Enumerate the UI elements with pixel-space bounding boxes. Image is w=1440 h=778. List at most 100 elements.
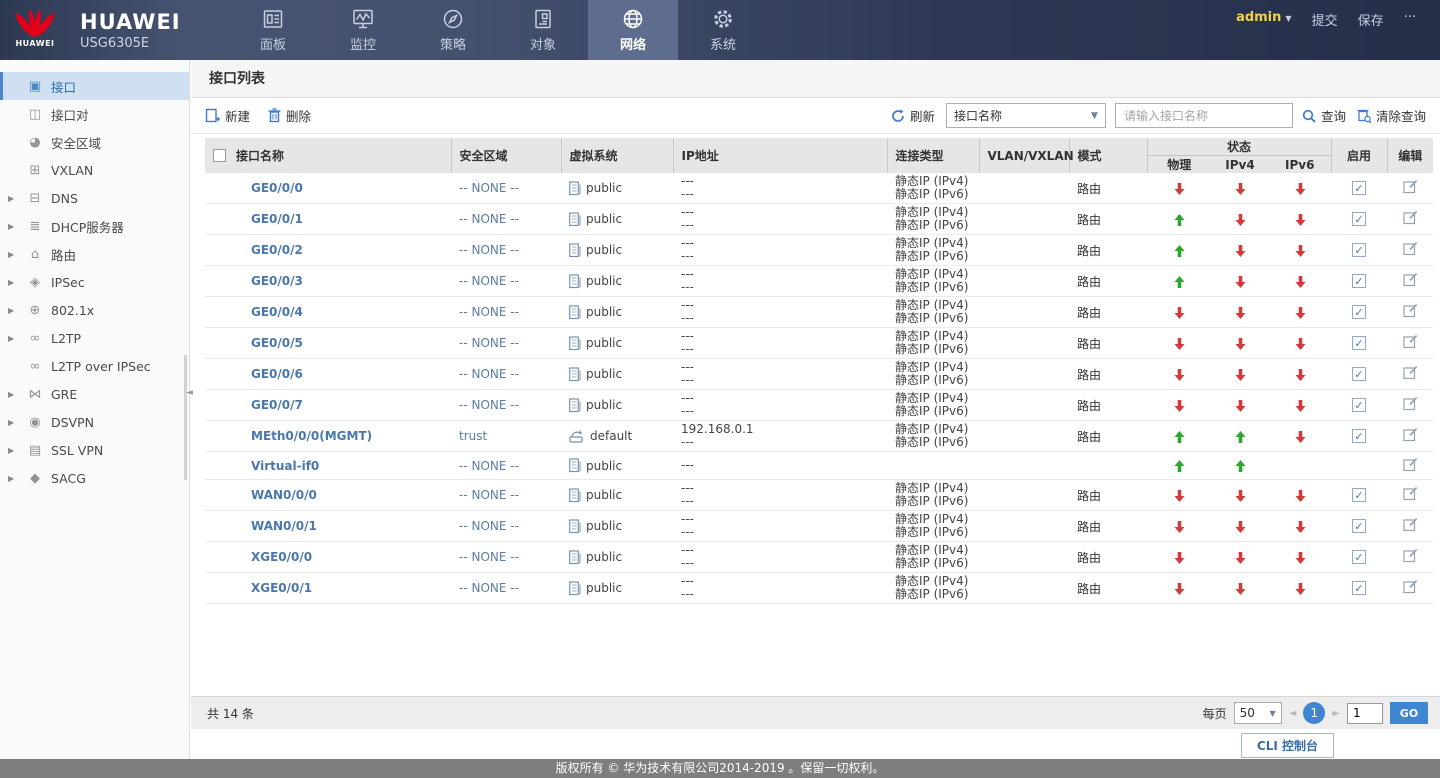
sidebar-item-gre[interactable]: ▶⋈GRE xyxy=(0,380,189,408)
interface-link[interactable]: GE0/0/7 xyxy=(251,398,303,412)
edit-button[interactable] xyxy=(1403,396,1418,414)
go-button[interactable]: GO xyxy=(1390,702,1428,724)
query-button[interactable]: 查询 xyxy=(1302,106,1346,125)
sidebar-collapse-icon[interactable]: ◄ xyxy=(186,388,193,398)
interface-link[interactable]: GE0/0/5 xyxy=(251,336,303,350)
select-all-checkbox[interactable] xyxy=(213,149,226,162)
next-page-icon[interactable]: ► xyxy=(1332,708,1340,719)
enable-checkbox[interactable]: ✓ xyxy=(1352,519,1366,533)
expand-arrow-icon[interactable]: ▶ xyxy=(0,278,24,287)
security-zone-value[interactable]: -- NONE -- xyxy=(459,212,519,226)
sidebar-item-ssl-vpn[interactable]: ▶▤SSL VPN xyxy=(0,436,189,464)
expand-arrow-icon[interactable]: ▶ xyxy=(0,250,24,259)
user-menu[interactable]: admin▼ xyxy=(1236,10,1292,25)
security-zone-value[interactable]: -- NONE -- xyxy=(459,243,519,257)
sidebar-scrollbar[interactable] xyxy=(184,355,187,480)
edit-button[interactable] xyxy=(1403,272,1418,290)
nav-item-policy[interactable]: 策略 xyxy=(408,0,498,60)
security-zone-value[interactable]: -- NONE -- xyxy=(459,398,519,412)
security-zone-value[interactable]: -- NONE -- xyxy=(459,367,519,381)
sidebar-item-interface[interactable]: ▣接口 xyxy=(0,72,189,100)
enable-checkbox[interactable]: ✓ xyxy=(1352,398,1366,412)
interface-link[interactable]: GE0/0/4 xyxy=(251,305,303,319)
sidebar-item-vxlan[interactable]: ⊞VXLAN xyxy=(0,156,189,184)
filter-field-select[interactable]: 接口名称 ▼ xyxy=(946,103,1106,128)
edit-button[interactable] xyxy=(1403,517,1418,535)
new-button[interactable]: 新建 xyxy=(205,106,250,125)
enable-checkbox[interactable]: ✓ xyxy=(1352,488,1366,502)
security-zone-value[interactable]: -- NONE -- xyxy=(459,305,519,319)
edit-button[interactable] xyxy=(1403,457,1418,475)
nav-item-network[interactable]: 网络 xyxy=(588,0,678,60)
submit-button[interactable]: 提交 xyxy=(1312,10,1338,29)
enable-checkbox[interactable]: ✓ xyxy=(1352,181,1366,195)
sidebar-item-sacg[interactable]: ▶◆SACG xyxy=(0,464,189,492)
expand-arrow-icon[interactable]: ▶ xyxy=(0,222,24,231)
interface-link[interactable]: GE0/0/6 xyxy=(251,367,303,381)
cli-console-button[interactable]: CLI 控制台 xyxy=(1241,733,1334,758)
security-zone-value[interactable]: -- NONE -- xyxy=(459,488,519,502)
sidebar-item-dsvpn[interactable]: ▶◉DSVPN xyxy=(0,408,189,436)
enable-checkbox[interactable]: ✓ xyxy=(1352,581,1366,595)
prev-page-icon[interactable]: ◄ xyxy=(1289,708,1297,719)
refresh-button[interactable]: 刷新 xyxy=(891,106,935,125)
edit-button[interactable] xyxy=(1403,303,1418,321)
interface-link[interactable]: GE0/0/2 xyxy=(251,243,303,257)
expand-arrow-icon[interactable]: ▶ xyxy=(0,474,24,483)
more-menu-icon[interactable]: ··· xyxy=(1404,10,1416,25)
edit-button[interactable] xyxy=(1403,179,1418,197)
goto-page-input[interactable] xyxy=(1347,703,1383,724)
per-page-select[interactable]: 50 ▼ xyxy=(1234,702,1282,724)
interface-link[interactable]: WAN0/0/1 xyxy=(251,519,317,533)
clear-query-button[interactable]: 清除查询 xyxy=(1357,106,1426,125)
interface-link[interactable]: WAN0/0/0 xyxy=(251,488,317,502)
sidebar-item-interface-pair[interactable]: ◫接口对 xyxy=(0,100,189,128)
save-button[interactable]: 保存 xyxy=(1358,10,1384,29)
security-zone-value[interactable]: -- NONE -- xyxy=(459,336,519,350)
interface-link[interactable]: GE0/0/0 xyxy=(251,181,303,195)
enable-checkbox[interactable]: ✓ xyxy=(1352,274,1366,288)
interface-link[interactable]: XGE0/0/1 xyxy=(251,581,312,595)
expand-arrow-icon[interactable]: ▶ xyxy=(0,334,24,343)
security-zone-value[interactable]: trust xyxy=(459,429,487,443)
sidebar-item-security-zone[interactable]: ◕安全区域 xyxy=(0,128,189,156)
sidebar-item-8021x[interactable]: ▶⊕802.1x xyxy=(0,296,189,324)
expand-arrow-icon[interactable]: ▶ xyxy=(0,446,24,455)
enable-checkbox[interactable]: ✓ xyxy=(1352,305,1366,319)
sidebar-item-l2tp[interactable]: ▶∞L2TP xyxy=(0,324,189,352)
security-zone-value[interactable]: -- NONE -- xyxy=(459,519,519,533)
sidebar-item-dhcp-server[interactable]: ▶≣DHCP服务器 xyxy=(0,212,189,240)
sidebar-item-route[interactable]: ▶⌂路由 xyxy=(0,240,189,268)
expand-arrow-icon[interactable]: ▶ xyxy=(0,390,24,399)
nav-item-system[interactable]: 系统 xyxy=(678,0,768,60)
edit-button[interactable] xyxy=(1403,334,1418,352)
nav-item-dashboard[interactable]: 面板 xyxy=(228,0,318,60)
current-page-button[interactable]: 1 xyxy=(1303,702,1325,724)
enable-checkbox[interactable]: ✓ xyxy=(1352,212,1366,226)
enable-checkbox[interactable]: ✓ xyxy=(1352,243,1366,257)
edit-button[interactable] xyxy=(1403,365,1418,383)
edit-button[interactable] xyxy=(1403,427,1418,445)
edit-button[interactable] xyxy=(1403,579,1418,597)
interface-link[interactable]: GE0/0/3 xyxy=(251,274,303,288)
interface-link[interactable]: MEth0/0/0(MGMT) xyxy=(251,429,372,443)
sidebar-item-l2tp-over-ipsec[interactable]: ∞L2TP over IPSec xyxy=(0,352,189,380)
expand-arrow-icon[interactable]: ▶ xyxy=(0,306,24,315)
sidebar-item-ipsec[interactable]: ▶◈IPSec xyxy=(0,268,189,296)
expand-arrow-icon[interactable]: ▶ xyxy=(0,418,24,427)
enable-checkbox[interactable]: ✓ xyxy=(1352,429,1366,443)
sidebar-item-dns[interactable]: ▶⊟DNS xyxy=(0,184,189,212)
expand-arrow-icon[interactable]: ▶ xyxy=(0,194,24,203)
interface-link[interactable]: XGE0/0/0 xyxy=(251,550,312,564)
edit-button[interactable] xyxy=(1403,210,1418,228)
security-zone-value[interactable]: -- NONE -- xyxy=(459,274,519,288)
search-input[interactable] xyxy=(1115,103,1293,128)
security-zone-value[interactable]: -- NONE -- xyxy=(459,581,519,595)
edit-button[interactable] xyxy=(1403,548,1418,566)
interface-link[interactable]: GE0/0/1 xyxy=(251,212,303,226)
enable-checkbox[interactable]: ✓ xyxy=(1352,550,1366,564)
security-zone-value[interactable]: -- NONE -- xyxy=(459,459,519,473)
security-zone-value[interactable]: -- NONE -- xyxy=(459,181,519,195)
nav-item-monitor[interactable]: 监控 xyxy=(318,0,408,60)
interface-link[interactable]: Virtual-if0 xyxy=(251,459,319,473)
